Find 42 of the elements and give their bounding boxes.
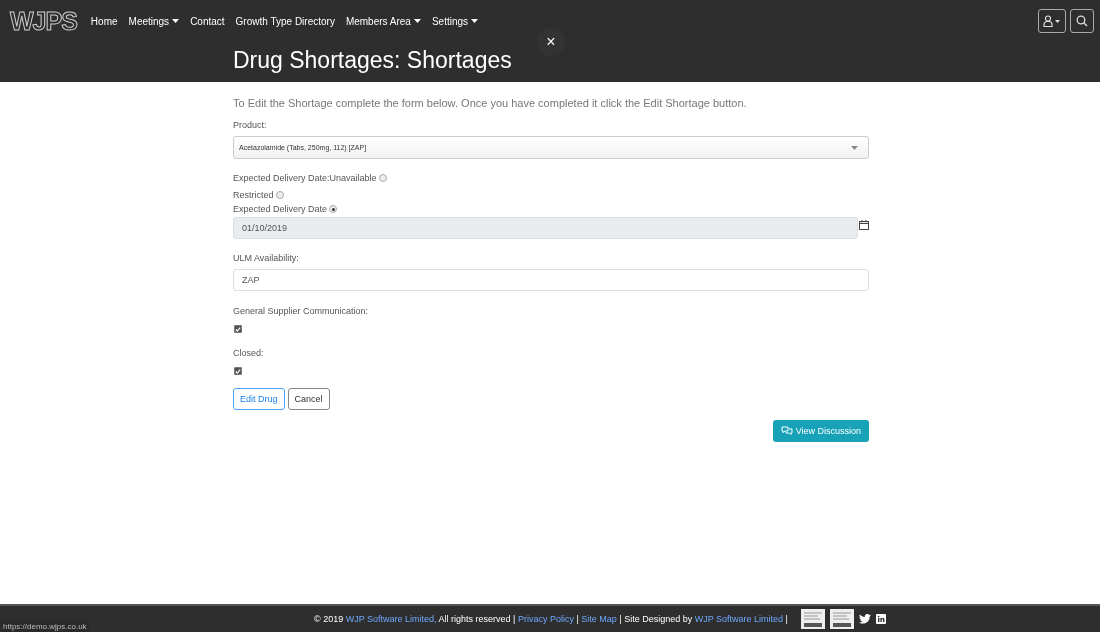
certification-icon	[829, 609, 854, 629]
page-title: Drug Shortages: Shortages	[233, 47, 512, 74]
field-label: Product:	[233, 120, 268, 130]
footer-link[interactable]: Privacy Policy	[517, 614, 574, 624]
nav-link[interactable]: Members Area	[345, 15, 421, 27]
footer-link[interactable]: Site Map	[581, 614, 617, 624]
logo[interactable]: WJPS	[10, 6, 77, 36]
radio-label: Restricted	[233, 190, 274, 200]
user-menu-button[interactable]	[1038, 9, 1066, 33]
search-button[interactable]	[1070, 9, 1094, 33]
checkbox[interactable]	[234, 367, 242, 375]
checkbox[interactable]	[234, 325, 242, 333]
search-icon	[1076, 15, 1088, 27]
nav-link[interactable]: Meetings	[128, 15, 180, 27]
status-url: https://demo.wjps.co.uk	[1, 621, 89, 632]
footer-text: © 2019 WJP Software Limited, All rights reserved | Privacy Policy | Site Map | Site Designed by WJP Software Limited |	[314, 614, 788, 624]
cancel-button[interactable]: Cancel	[287, 388, 330, 410]
nav-link[interactable]: Home	[90, 15, 118, 27]
close-button[interactable]: ×	[537, 28, 565, 56]
chat-icon	[780, 426, 793, 436]
nav-link[interactable]: Contact	[190, 15, 225, 27]
nav-link[interactable]: Growth Type Directory	[235, 15, 335, 27]
twitter-icon[interactable]	[858, 614, 871, 624]
field-label: General Supplier Communication:	[233, 306, 370, 316]
radio-label: Expected Delivery Date	[233, 204, 328, 214]
radio-button[interactable]	[329, 205, 338, 213]
intro-text: To Edit the Shortage complete the form below. Once you have completed it click the Edit Shortage button.	[233, 97, 748, 109]
footer-link[interactable]: WJP Software Limited	[694, 614, 784, 624]
user-icon	[1043, 15, 1061, 27]
radio-label: Expected Delivery Date:Unavailable	[233, 173, 377, 183]
footer-link[interactable]: WJP Software Limited,	[345, 614, 437, 624]
field-label: Closed:	[233, 348, 265, 358]
field-label: ULM Availability:	[233, 253, 300, 263]
edit-button[interactable]: Edit Drug	[233, 388, 285, 410]
input-field[interactable]: ZAP	[233, 269, 869, 291]
certification-icon	[800, 609, 825, 629]
nav-link[interactable]: Settings	[431, 15, 479, 27]
linkedin-icon[interactable]	[875, 614, 886, 624]
radio-button[interactable]	[275, 191, 284, 199]
caret-icon	[851, 145, 858, 150]
calendar-icon[interactable]	[859, 220, 869, 230]
radio-button[interactable]	[378, 174, 387, 182]
